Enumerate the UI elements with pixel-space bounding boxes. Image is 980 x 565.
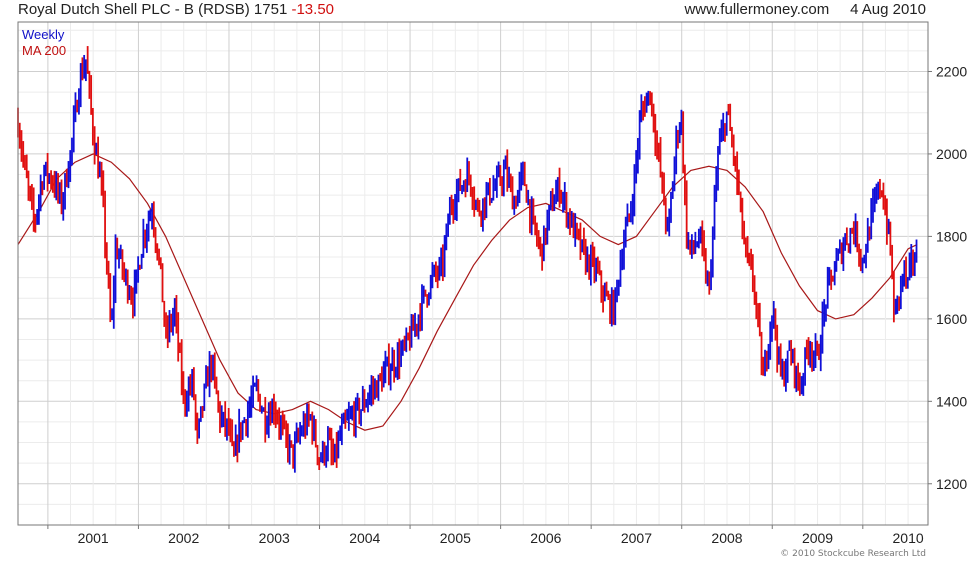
x-tick-label: 2003 — [259, 530, 290, 546]
y-tick-label: 2200 — [936, 63, 967, 79]
copyright-notice: © 2010 Stockcube Research Ltd — [780, 549, 926, 559]
x-tick-label: 2004 — [349, 530, 380, 546]
plot-frame — [17, 21, 929, 526]
instrument-name: Royal Dutch Shell PLC - B (RDSB) — [18, 1, 250, 18]
site-link[interactable]: www.fullermoney.com — [684, 1, 829, 18]
x-tick-label: 2002 — [168, 530, 199, 546]
header-right: www.fullermoney.com 4 Aug 2010 — [684, 1, 926, 18]
x-tick-label: 2006 — [530, 530, 561, 546]
chart-root: 1200 1400 1600 1800 2000 2200 2001 2002 2003 2004… — [0, 0, 980, 560]
x-tick-label: 2009 — [802, 530, 833, 546]
y-tick-label: 1400 — [936, 393, 967, 409]
price-change: -13.50 — [291, 1, 335, 18]
x-tick-label: 2005 — [440, 530, 471, 546]
price-chart: 1200 1400 1600 1800 2000 2200 2001 2002 2003 2004… — [17, 21, 967, 546]
x-tick-label: 2008 — [711, 530, 742, 546]
y-tick-label: 1200 — [936, 476, 967, 492]
y-tick-label: 1800 — [936, 228, 967, 244]
y-tick-label: 1600 — [936, 311, 967, 327]
x-tick-label: 2001 — [78, 530, 109, 546]
chart-title: Royal Dutch Shell PLC - B (RDSB) 1751 -1… — [18, 1, 334, 18]
y-tick-label: 2000 — [936, 146, 967, 162]
x-tick-label: 2007 — [621, 530, 652, 546]
legend-weekly: Weekly — [22, 27, 65, 42]
legend-ma200: MA 200 — [22, 43, 67, 58]
chart-date: 4 Aug 2010 — [850, 1, 926, 18]
last-price: 1751 — [253, 1, 288, 18]
x-tick-label: 2010 — [893, 530, 924, 546]
